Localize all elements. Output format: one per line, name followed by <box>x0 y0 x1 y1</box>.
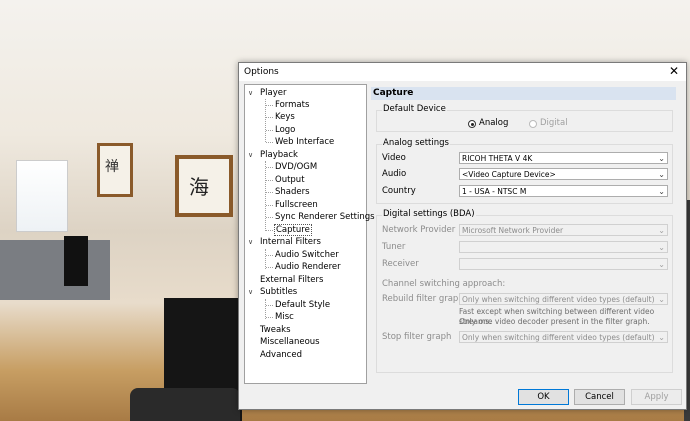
background-desk <box>0 240 110 300</box>
tree-connector <box>266 180 273 181</box>
tree-connector <box>266 117 273 118</box>
dropdown-arrow-icon: ⌄ <box>658 243 665 252</box>
background-calligraphy-frame-right: 海 <box>175 155 233 217</box>
analog-radio[interactable] <box>468 120 476 128</box>
tree-item-misc[interactable]: Misc <box>275 311 294 323</box>
page-title: Capture <box>371 87 676 100</box>
options-tree: ∨ Player Formats Keys Logo Web Interface… <box>244 84 375 384</box>
tree-item-formats[interactable]: Formats <box>275 99 309 111</box>
rebuild-filter-graph-label: Rebuild filter graph <box>382 294 464 304</box>
network-provider-select[interactable]: Microsoft Network Provider ⌄ <box>459 224 668 236</box>
dropdown-arrow-icon: ⌄ <box>658 295 665 304</box>
tree-connector <box>266 142 273 143</box>
tree-item-keys[interactable]: Keys <box>275 111 295 123</box>
channel-switching-label: Channel switching approach: <box>382 279 506 289</box>
network-provider-label: Network Provider <box>382 225 456 235</box>
tree-connector <box>266 192 273 193</box>
title-bar: Options ✕ <box>239 63 686 81</box>
cancel-button[interactable]: Cancel <box>574 389 625 405</box>
rebuild-filter-graph-value: Only when switching different video type… <box>462 295 655 304</box>
tree-item-miscellaneous[interactable]: Miscellaneous <box>260 336 320 348</box>
dropdown-arrow-icon: ⌄ <box>658 170 665 179</box>
stop-filter-graph-select[interactable]: Only when switching different video type… <box>459 331 668 343</box>
tree-item-capture[interactable]: Capture <box>274 224 312 236</box>
tree-item-tweaks[interactable]: Tweaks <box>260 324 291 336</box>
receiver-label: Receiver <box>382 259 419 269</box>
audio-device-select[interactable]: <Video Capture Device> ⌄ <box>459 168 668 180</box>
ok-button[interactable]: OK <box>518 389 569 405</box>
audio-device-value: <Video Capture Device> <box>462 170 556 179</box>
tree-item-playback[interactable]: Playback <box>260 149 298 161</box>
rebuild-note-line-2: Only one video decoder present in the fi… <box>459 317 650 326</box>
tree-item-internal-filters[interactable]: Internal Filters <box>260 236 321 248</box>
tree-item-output[interactable]: Output <box>275 174 305 186</box>
tuner-label: Tuner <box>382 242 406 252</box>
options-dialog: Options ✕ ∨ Player Formats Keys Logo Web… <box>238 62 687 410</box>
chevron-down-icon[interactable]: ∨ <box>248 236 256 248</box>
capture-page: Capture Default Device Analog Digital An… <box>371 87 676 381</box>
tree-item-dvd-ogm[interactable]: DVD/OGM <box>275 161 317 173</box>
dropdown-arrow-icon: ⌄ <box>658 226 665 235</box>
country-label: Country <box>382 186 416 196</box>
digital-radio-label[interactable]: Digital <box>540 118 568 128</box>
tree-connector <box>265 249 266 269</box>
video-device-value: RICOH THETA V 4K <box>462 154 533 163</box>
analog-radio-label[interactable]: Analog <box>479 118 508 128</box>
tree-item-advanced[interactable]: Advanced <box>260 349 302 361</box>
dropdown-arrow-icon: ⌄ <box>658 187 665 196</box>
chevron-down-icon[interactable]: ∨ <box>248 149 256 161</box>
dropdown-arrow-icon: ⌄ <box>658 260 665 269</box>
window-title: Options <box>244 67 279 77</box>
tree-item-default-style[interactable]: Default Style <box>275 299 330 311</box>
tree-connector <box>266 255 273 256</box>
tree-item-external-filters[interactable]: External Filters <box>260 274 323 286</box>
tree-connector <box>265 161 266 231</box>
receiver-select[interactable]: ⌄ <box>459 258 668 270</box>
rebuild-filter-graph-select[interactable]: Only when switching different video type… <box>459 293 668 305</box>
close-icon[interactable]: ✕ <box>667 64 681 78</box>
country-select[interactable]: 1 - USA - NTSC M ⌄ <box>459 185 668 197</box>
tree-connector <box>266 130 273 131</box>
stop-filter-graph-value: Only when switching different video type… <box>462 333 655 342</box>
tree-connector <box>266 267 273 268</box>
tree-item-fullscreen[interactable]: Fullscreen <box>275 199 318 211</box>
stop-filter-graph-label: Stop filter graph <box>382 332 452 342</box>
background-calligraphy-frame-left: 禅 <box>97 143 133 197</box>
tree-connector <box>266 217 273 218</box>
chevron-down-icon[interactable]: ∨ <box>248 87 256 99</box>
dropdown-arrow-icon: ⌄ <box>658 154 665 163</box>
background-monitor <box>64 236 88 286</box>
background-chair <box>130 388 240 421</box>
analog-settings-group-label: Analog settings <box>382 138 450 148</box>
tree-item-player[interactable]: Player <box>260 87 286 99</box>
background-window <box>16 160 68 232</box>
digital-settings-group-label: Digital settings (BDA) <box>382 209 476 219</box>
dropdown-arrow-icon: ⌄ <box>658 333 665 342</box>
tree-connector <box>266 167 273 168</box>
default-device-group-label: Default Device <box>382 104 447 114</box>
digital-radio[interactable] <box>529 120 537 128</box>
chevron-down-icon[interactable]: ∨ <box>248 286 256 298</box>
tree-connector <box>266 230 273 231</box>
tree-item-audio-renderer[interactable]: Audio Renderer <box>275 261 341 273</box>
tree-connector <box>266 305 273 306</box>
country-value: 1 - USA - NTSC M <box>462 187 527 196</box>
tree-item-web-interface[interactable]: Web Interface <box>275 136 334 148</box>
network-provider-value: Microsoft Network Provider <box>462 226 564 235</box>
tree-item-shaders[interactable]: Shaders <box>275 186 310 198</box>
audio-label: Audio <box>382 169 407 179</box>
tree-item-subtitles[interactable]: Subtitles <box>260 286 297 298</box>
tree-connector <box>265 299 266 319</box>
tree-item-audio-switcher[interactable]: Audio Switcher <box>275 249 339 261</box>
video-label: Video <box>382 153 406 163</box>
tree-connector <box>266 317 273 318</box>
video-device-select[interactable]: RICOH THETA V 4K ⌄ <box>459 152 668 164</box>
tree-item-sync-renderer-settings[interactable]: Sync Renderer Settings <box>275 211 375 223</box>
tree-item-logo[interactable]: Logo <box>275 124 295 136</box>
tree-connector <box>266 205 273 206</box>
tuner-select[interactable]: ⌄ <box>459 241 668 253</box>
tree-connector <box>266 105 273 106</box>
apply-button[interactable]: Apply <box>631 389 682 405</box>
